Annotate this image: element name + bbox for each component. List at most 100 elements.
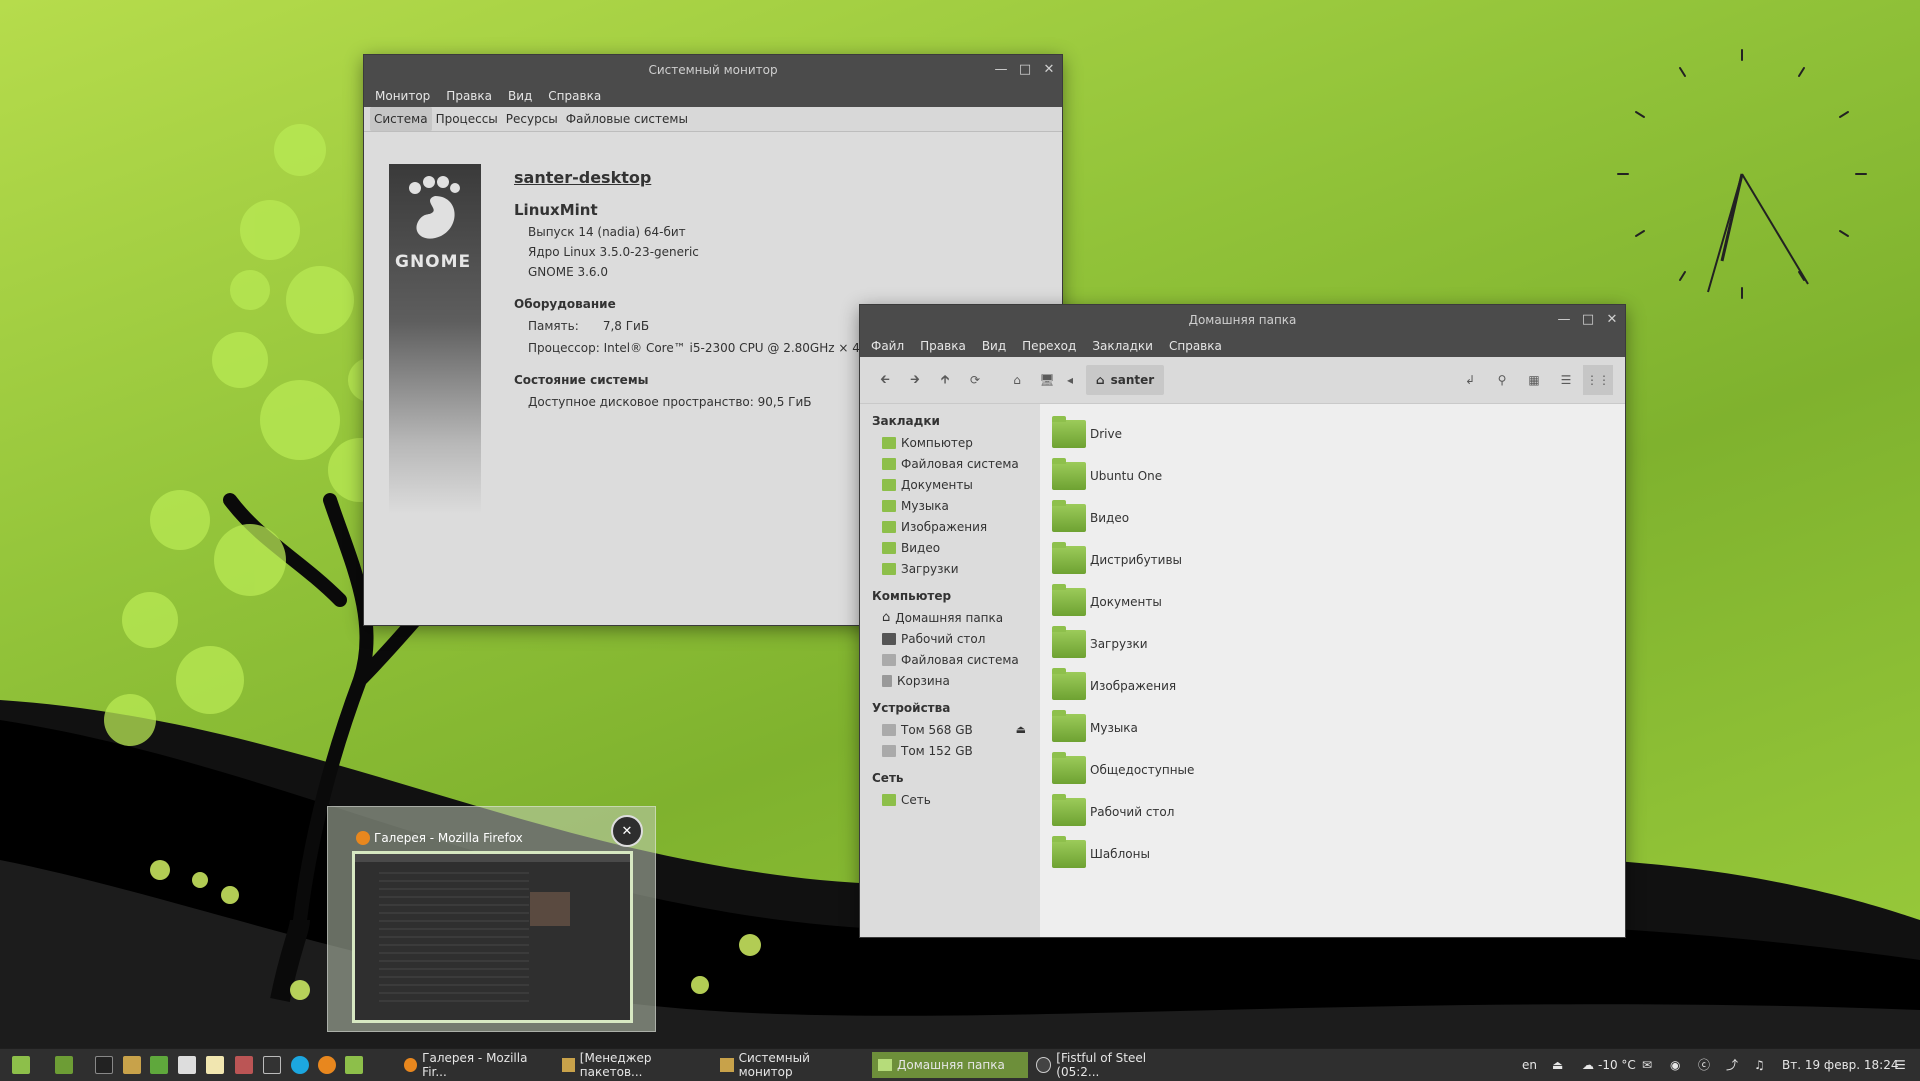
network-tray-icon[interactable]: ⤴ bbox=[1726, 1049, 1738, 1081]
system-monitor-icon[interactable] bbox=[123, 1056, 141, 1074]
taskbar-window-home-folder[interactable]: Домашняя папка bbox=[872, 1052, 1028, 1078]
window-preview[interactable]: Галерея - Mozilla Firefox ✕ bbox=[327, 806, 656, 1032]
window-list-icon[interactable]: ☰ bbox=[1895, 1049, 1906, 1081]
eject-tray-icon[interactable]: ⏏ bbox=[1552, 1049, 1563, 1081]
menu-view[interactable]: Вид bbox=[508, 85, 532, 107]
grid-view-icon[interactable]: ▦ bbox=[1519, 365, 1549, 395]
menu-edit[interactable]: Правка bbox=[446, 85, 492, 107]
text-editor-icon[interactable] bbox=[206, 1056, 224, 1074]
sound-icon[interactable]: ♫ bbox=[1754, 1049, 1765, 1081]
menu-help[interactable]: Справка bbox=[548, 85, 601, 107]
eject-icon[interactable]: ⏏ bbox=[1016, 723, 1026, 736]
minimize-icon[interactable]: — bbox=[994, 62, 1008, 77]
sidebar-item-root-filesystem[interactable]: Файловая система bbox=[860, 649, 1040, 670]
list-item[interactable]: Музыка bbox=[1052, 708, 1138, 748]
sidebar-heading-bookmarks: Закладки bbox=[872, 414, 940, 428]
taskbar-window-system-monitor[interactable]: Системный монитор bbox=[714, 1051, 870, 1079]
sidebar-item-documents[interactable]: Документы bbox=[860, 474, 1040, 495]
tab-system[interactable]: Система bbox=[370, 107, 432, 131]
sidebar-item-filesystem[interactable]: Файловая система bbox=[860, 453, 1040, 474]
sidebar-item-home[interactable]: ⌂ Домашняя папка bbox=[860, 607, 1040, 628]
taskbar-window-media-player[interactable]: [Fistful of Steel (05:2... bbox=[1030, 1051, 1192, 1079]
image-viewer-icon[interactable] bbox=[235, 1056, 253, 1074]
show-desktop-icon[interactable] bbox=[55, 1056, 73, 1074]
menu-file[interactable]: Файл bbox=[871, 335, 904, 357]
list-item[interactable]: Изображения bbox=[1052, 666, 1176, 706]
maximize-icon[interactable]: □ bbox=[1018, 62, 1032, 77]
package-manager-icon[interactable] bbox=[150, 1056, 168, 1074]
memory-value: 7,8 ГиБ bbox=[602, 319, 650, 333]
sidebar-item-pictures[interactable]: Изображения bbox=[860, 516, 1040, 537]
maximize-icon[interactable]: □ bbox=[1581, 312, 1595, 327]
downloads-folder-icon bbox=[1052, 626, 1086, 658]
drive-icon bbox=[882, 723, 896, 736]
list-item[interactable]: Дистрибутивы bbox=[1052, 540, 1182, 580]
list-item[interactable]: Шаблоны bbox=[1052, 834, 1150, 874]
calculator-icon[interactable] bbox=[178, 1056, 196, 1074]
sidebar-item-network[interactable]: Сеть bbox=[860, 789, 1040, 810]
weather-indicator[interactable]: ☁ -10 °C bbox=[1582, 1049, 1636, 1081]
screenshot-icon[interactable]: ◉ bbox=[1670, 1049, 1680, 1081]
tab-filesystems[interactable]: Файловые системы bbox=[562, 107, 692, 131]
sidebar-item-trash[interactable]: Корзина bbox=[860, 670, 1040, 691]
location-toggle-icon[interactable]: ↲ bbox=[1455, 365, 1485, 395]
close-preview-button[interactable]: ✕ bbox=[611, 815, 643, 847]
clock-datetime[interactable]: Вт. 19 февр. 18:24 bbox=[1782, 1049, 1898, 1081]
sidebar-item-downloads[interactable]: Загрузки bbox=[860, 558, 1040, 579]
menu-monitor[interactable]: Монитор bbox=[375, 85, 430, 107]
sidebar-item-videos[interactable]: Видео bbox=[860, 537, 1040, 558]
close-icon[interactable]: ✕ bbox=[1042, 62, 1056, 77]
menu-bookmarks[interactable]: Закладки bbox=[1092, 335, 1153, 357]
list-item[interactable]: Видео bbox=[1052, 498, 1129, 538]
path-crumb-home[interactable]: ⌂ santer bbox=[1086, 365, 1165, 395]
file-manager-window[interactable]: Домашняя папка — □ ✕ Файл Правка Вид Пер… bbox=[860, 305, 1625, 937]
menu-go[interactable]: Переход bbox=[1022, 335, 1076, 357]
compact-view-icon[interactable]: ⋮⋮ bbox=[1583, 365, 1613, 395]
computer-icon[interactable]: 🖥 bbox=[1032, 365, 1062, 395]
taskbar-window-package-manager[interactable]: [Менеджер пакетов... bbox=[556, 1051, 712, 1079]
sidebar-item-desktop[interactable]: Рабочий стол bbox=[860, 628, 1040, 649]
list-item[interactable]: Документы bbox=[1052, 582, 1162, 622]
sidebar-item-label: Том 568 GB bbox=[901, 722, 973, 737]
taskbar-window-firefox[interactable]: Галерея - Mozilla Fir... bbox=[398, 1051, 554, 1079]
list-item[interactable]: Ubuntu One bbox=[1052, 456, 1162, 496]
menu-help[interactable]: Справка bbox=[1169, 335, 1222, 357]
system-monitor-titlebar[interactable]: Системный монитор — □ ✕ bbox=[364, 55, 1062, 85]
minimize-icon[interactable]: — bbox=[1557, 312, 1571, 327]
list-item[interactable]: Загрузки bbox=[1052, 624, 1148, 664]
list-item[interactable]: Drive bbox=[1052, 414, 1122, 454]
sidebar-heading-network: Сеть bbox=[872, 771, 904, 785]
sidebar-item-computer[interactable]: Компьютер bbox=[860, 432, 1040, 453]
preview-header: Галерея - Mozilla Firefox bbox=[356, 831, 523, 845]
sidebar-item-music[interactable]: Музыка bbox=[860, 495, 1040, 516]
sidebar-item-volume-568[interactable]: Том 568 GB ⏏ bbox=[860, 719, 1040, 740]
search-icon[interactable]: ⚲ bbox=[1487, 365, 1517, 395]
list-item[interactable]: Рабочий стол bbox=[1052, 792, 1174, 832]
tab-processes[interactable]: Процессы bbox=[432, 107, 502, 131]
sidebar-item-volume-152[interactable]: Том 152 GB bbox=[860, 740, 1040, 761]
keyboard-layout[interactable]: en bbox=[1522, 1049, 1537, 1081]
home-icon[interactable]: ⌂ bbox=[1002, 365, 1032, 395]
files-icon[interactable] bbox=[345, 1056, 363, 1074]
up-arrow-icon[interactable]: 🡱 bbox=[930, 365, 960, 395]
terminal-icon[interactable] bbox=[95, 1056, 113, 1074]
distro-name: LinuxMint bbox=[514, 201, 598, 219]
list-view-icon[interactable]: ☰ bbox=[1551, 365, 1581, 395]
back-arrow-icon[interactable]: 🡰 bbox=[870, 365, 900, 395]
tab-resources[interactable]: Ресурсы bbox=[502, 107, 562, 131]
list-item[interactable]: Общедоступные bbox=[1052, 750, 1194, 790]
forward-arrow-icon[interactable]: 🡲 bbox=[900, 365, 930, 395]
firefox-icon[interactable] bbox=[318, 1056, 336, 1074]
menu-edit[interactable]: Правка bbox=[920, 335, 966, 357]
menu-icon[interactable] bbox=[12, 1056, 30, 1074]
mail-icon[interactable]: ✉ bbox=[1642, 1049, 1652, 1081]
menu-view[interactable]: Вид bbox=[982, 335, 1006, 357]
camera-icon[interactable] bbox=[263, 1056, 281, 1074]
reload-icon[interactable]: ⟳ bbox=[960, 365, 990, 395]
close-icon[interactable]: ✕ bbox=[1605, 312, 1619, 327]
system-monitor-menubar: Монитор Правка Вид Справка bbox=[364, 85, 1062, 107]
skype-icon[interactable] bbox=[291, 1056, 309, 1074]
path-left-arrow-icon[interactable]: ◂ bbox=[1062, 365, 1078, 395]
file-manager-titlebar[interactable]: Домашняя папка — □ ✕ bbox=[860, 305, 1625, 335]
skype-tray-icon[interactable]: ⓒ bbox=[1698, 1049, 1710, 1081]
